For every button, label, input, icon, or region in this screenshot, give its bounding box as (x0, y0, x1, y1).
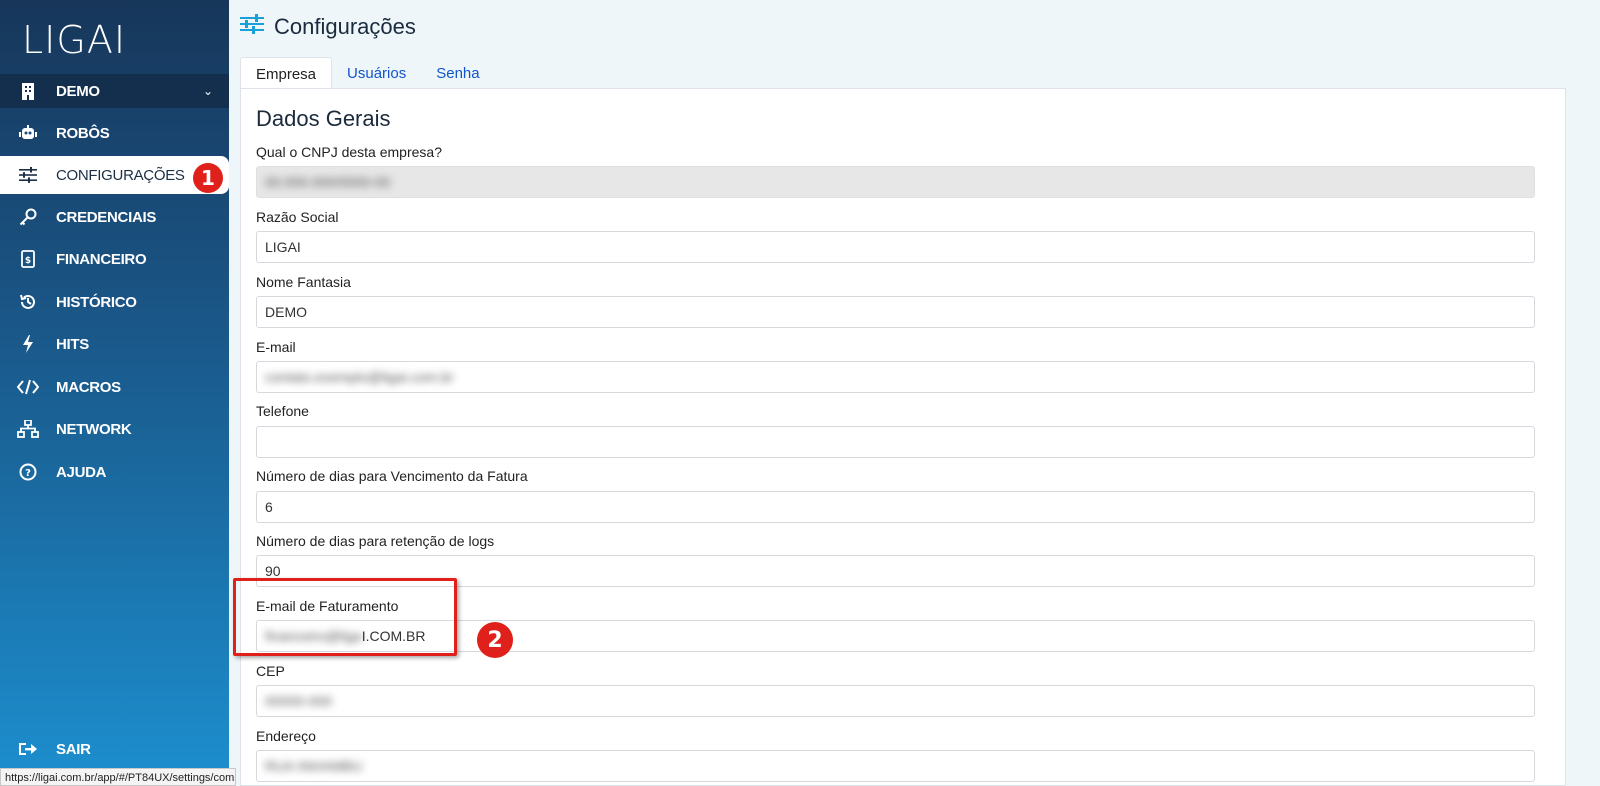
main-content: Configurações Empresa Usuários Senha Dad… (229, 0, 1600, 786)
sidebar-item-label: NETWORK (56, 420, 132, 438)
chevron-down-icon: ⌄ (202, 84, 213, 98)
sidebar-item-historico[interactable]: HISTÓRICO (0, 283, 229, 321)
history-icon (0, 293, 56, 311)
status-url: https://ligai.com.br/app/#/PT84UX/settin… (0, 768, 236, 786)
building-icon (0, 82, 56, 100)
dias-vencimento-field[interactable]: 6 (256, 491, 1535, 523)
sidebar-item-robos[interactable]: ROBÔS (0, 114, 229, 152)
logout-icon (0, 741, 56, 757)
company-name: DEMO (56, 82, 100, 100)
company-selector[interactable]: DEMO ⌄ (0, 74, 229, 108)
tab-empresa[interactable]: Empresa (240, 57, 333, 89)
sidebar-item-ajuda[interactable]: ? AJUDA (0, 453, 229, 491)
lightning-icon (0, 335, 56, 353)
logo-text: LIGAI (22, 18, 127, 62)
key-icon (0, 208, 56, 226)
step-2-badge: 2 (477, 622, 513, 658)
razao-social-label: Razão Social (256, 209, 339, 225)
svg-text:$: $ (25, 256, 31, 266)
page-title: Configurações (274, 14, 416, 39)
nome-fantasia-value: DEMO (265, 304, 307, 320)
telefone-field[interactable] (256, 426, 1535, 458)
sidebar-item-label: HISTÓRICO (56, 293, 137, 311)
cnpj-field: 00.000.000/0000-00 (256, 166, 1535, 198)
email-field[interactable]: contato.exemplo@ligai.com.br (256, 361, 1535, 393)
sliders-icon (240, 14, 264, 40)
endereco-value: RUA INHAMBU (265, 758, 363, 774)
code-icon (0, 379, 56, 395)
help-icon: ? (0, 463, 56, 481)
sidebar: LIGAI DEMO ⌄ ROBÔS CONFIGURAÇÕES 1 CREDE… (0, 0, 236, 786)
sidebar-item-label: FINANCEIRO (56, 250, 147, 268)
sidebar-item-label: HITS (56, 335, 89, 353)
endereco-label: Endereço (256, 728, 316, 744)
sliders-icon (0, 167, 56, 183)
nome-fantasia-field[interactable]: DEMO (256, 296, 1535, 328)
tab-senha[interactable]: Senha (421, 57, 494, 89)
network-icon (0, 420, 56, 438)
dias-logs-label: Número de dias para retenção de logs (256, 533, 495, 549)
cep-field[interactable]: 00000-000 (256, 685, 1535, 717)
dias-logs-value: 90 (265, 563, 281, 579)
telefone-label: Telefone (256, 403, 309, 419)
company-form-panel: Dados Gerais Qual o CNPJ desta empresa? … (240, 88, 1566, 786)
razao-social-value: LIGAI (265, 239, 301, 255)
sidebar-item-label: ROBÔS (56, 124, 110, 142)
logout-label: SAIR (56, 740, 91, 758)
svg-text:?: ? (25, 468, 31, 479)
section-title: Dados Gerais (256, 106, 391, 131)
sidebar-item-financeiro[interactable]: $ FINANCEIRO (0, 240, 229, 278)
sidebar-item-label: AJUDA (56, 463, 107, 481)
cnpj-value: 00.000.000/0000-00 (265, 174, 391, 190)
dias-vencimento-label: Número de dias para Vencimento da Fatura (256, 468, 528, 484)
sidebar-item-credenciais[interactable]: CREDENCIAIS (0, 198, 229, 236)
sidebar-item-network[interactable]: NETWORK (0, 410, 229, 448)
page-header: Configurações (240, 14, 416, 40)
invoice-icon: $ (0, 250, 56, 268)
cep-value: 00000-000 (265, 693, 332, 709)
nome-fantasia-label: Nome Fantasia (256, 274, 351, 290)
sidebar-item-hits[interactable]: HITS (0, 325, 229, 363)
sidebar-item-label: MACROS (56, 378, 121, 396)
tab-usuarios[interactable]: Usuários (332, 57, 421, 89)
sidebar-item-macros[interactable]: MACROS (0, 368, 229, 406)
endereco-field[interactable]: RUA INHAMBU (256, 750, 1535, 782)
razao-social-field[interactable]: LIGAI (256, 231, 1535, 263)
email-label: E-mail (256, 339, 296, 355)
cnpj-label: Qual o CNPJ desta empresa? (256, 144, 442, 160)
tabs: Empresa Usuários Senha (240, 57, 495, 89)
dias-vencimento-value: 6 (265, 499, 273, 515)
email-value: contato.exemplo@ligai.com.br (265, 369, 454, 385)
robot-icon (0, 125, 56, 141)
cep-label: CEP (256, 663, 285, 679)
sidebar-item-label: CREDENCIAIS (56, 208, 157, 226)
highlight-box (233, 578, 457, 656)
sidebar-item-label: CONFIGURAÇÕES (56, 166, 185, 184)
logo[interactable]: LIGAI (0, 0, 229, 74)
logout-button[interactable]: SAIR (0, 730, 229, 768)
step-1-badge: 1 (193, 163, 223, 193)
